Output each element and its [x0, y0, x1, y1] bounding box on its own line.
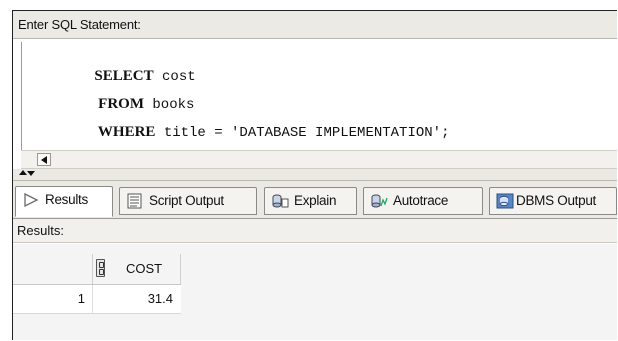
autotrace-icon: [371, 194, 388, 208]
collapse-down-arrow-icon[interactable]: [27, 171, 35, 176]
grid-header: COST: [13, 254, 181, 285]
tab-label: DBMS Output: [516, 193, 596, 208]
tab-script-output[interactable]: Script Output: [119, 187, 257, 215]
results-grid: COST 1 31.4: [13, 244, 617, 340]
tab-label: Autotrace: [393, 193, 449, 208]
editor-horizontal-scrollbar[interactable]: [21, 150, 617, 169]
sort-icon[interactable]: [96, 259, 105, 277]
tab-label: Explain: [294, 193, 337, 208]
column-name: COST: [126, 261, 163, 276]
enter-sql-label: Enter SQL Statement:: [13, 11, 617, 39]
tab-label: Results: [45, 192, 88, 207]
sql-editor[interactable]: SELECT cost FROM books WHERE title = 'DA…: [21, 42, 617, 152]
sql-worksheet: Enter SQL Statement: SELECT cost FROM bo…: [12, 10, 617, 340]
script-icon: [127, 193, 142, 209]
results-label: Results:: [13, 219, 617, 243]
tab-label: Script Output: [149, 193, 224, 208]
play-arrow-icon: [24, 192, 39, 208]
scroll-left-arrow-icon[interactable]: [37, 153, 51, 166]
row-number: 1: [77, 291, 85, 306]
dbms-output-icon: [496, 193, 514, 209]
column-header-cost[interactable]: COST: [92, 254, 181, 284]
tab-autotrace[interactable]: Autotrace: [363, 187, 483, 215]
tab-results[interactable]: Results: [15, 186, 113, 217]
explain-plan-icon: [272, 194, 289, 208]
expand-up-arrow-icon[interactable]: [19, 170, 27, 175]
pane-splitter[interactable]: [13, 169, 617, 181]
sql-text: title = 'DATABASE IMPLEMENTATION';: [155, 125, 450, 141]
output-tab-bar: Results Script Output Explain Autotrace …: [13, 181, 617, 219]
tab-explain[interactable]: Explain: [264, 187, 357, 215]
table-row[interactable]: 1 31.4: [13, 285, 181, 314]
tab-dbms-output[interactable]: DBMS Output: [489, 187, 617, 215]
sql-keyword: WHERE: [94, 124, 156, 140]
table-cell[interactable]: 31.4: [92, 285, 181, 313]
